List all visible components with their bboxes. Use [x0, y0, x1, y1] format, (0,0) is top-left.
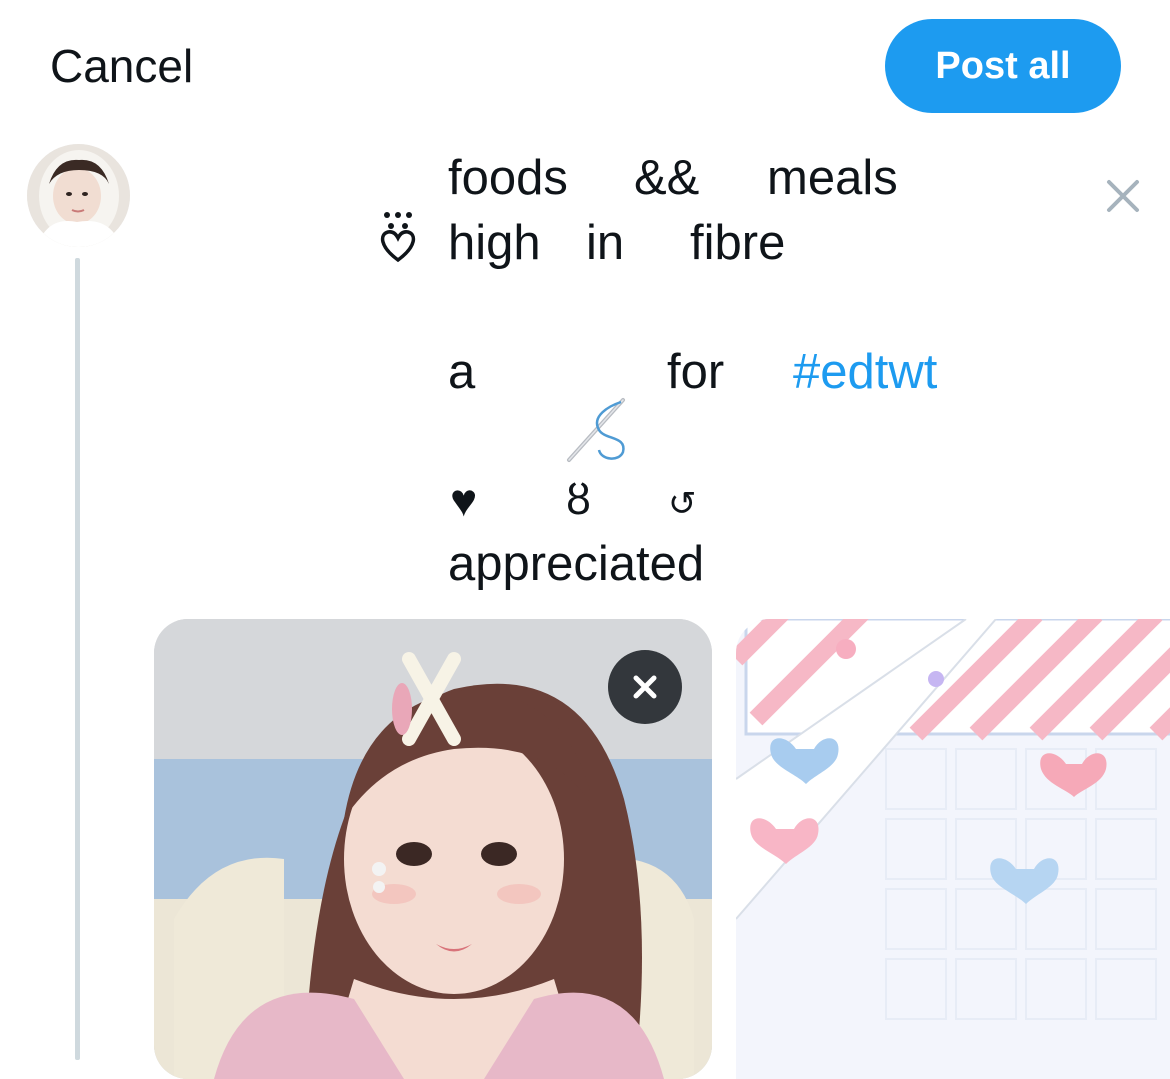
pattern-image: [736, 619, 1170, 1079]
needle-icon: [538, 336, 629, 478]
tweet-word: &&: [634, 151, 700, 205]
tweet-word: high: [448, 216, 541, 270]
close-icon: [1107, 180, 1139, 212]
loop-icon: ↺: [668, 485, 697, 523]
remove-media-button[interactable]: [608, 650, 682, 724]
tweet-word: appreciated: [448, 537, 705, 591]
remove-post-button[interactable]: [1101, 174, 1145, 218]
tweet-word: for: [667, 345, 725, 399]
hashtag-link[interactable]: #edtwt: [793, 342, 937, 402]
ribbon-glyph: ȣ: [566, 475, 591, 524]
attached-image-2[interactable]: [736, 619, 1170, 1079]
tweet-word: in: [586, 216, 625, 270]
tweet-word: a: [448, 345, 476, 399]
cancel-button[interactable]: Cancel: [50, 38, 193, 94]
tweet-word: foods: [448, 151, 568, 205]
avatar[interactable]: [27, 144, 130, 247]
black-heart-icon: ♥: [450, 474, 478, 526]
heart-dots-icon: [350, 150, 419, 278]
tweet-word: fibre: [690, 216, 786, 270]
post-all-button[interactable]: Post all: [885, 19, 1121, 113]
avatar-image: [27, 144, 130, 247]
thread-line: [75, 258, 80, 1060]
tweet-word: meals: [767, 151, 898, 205]
close-icon: [633, 675, 657, 699]
